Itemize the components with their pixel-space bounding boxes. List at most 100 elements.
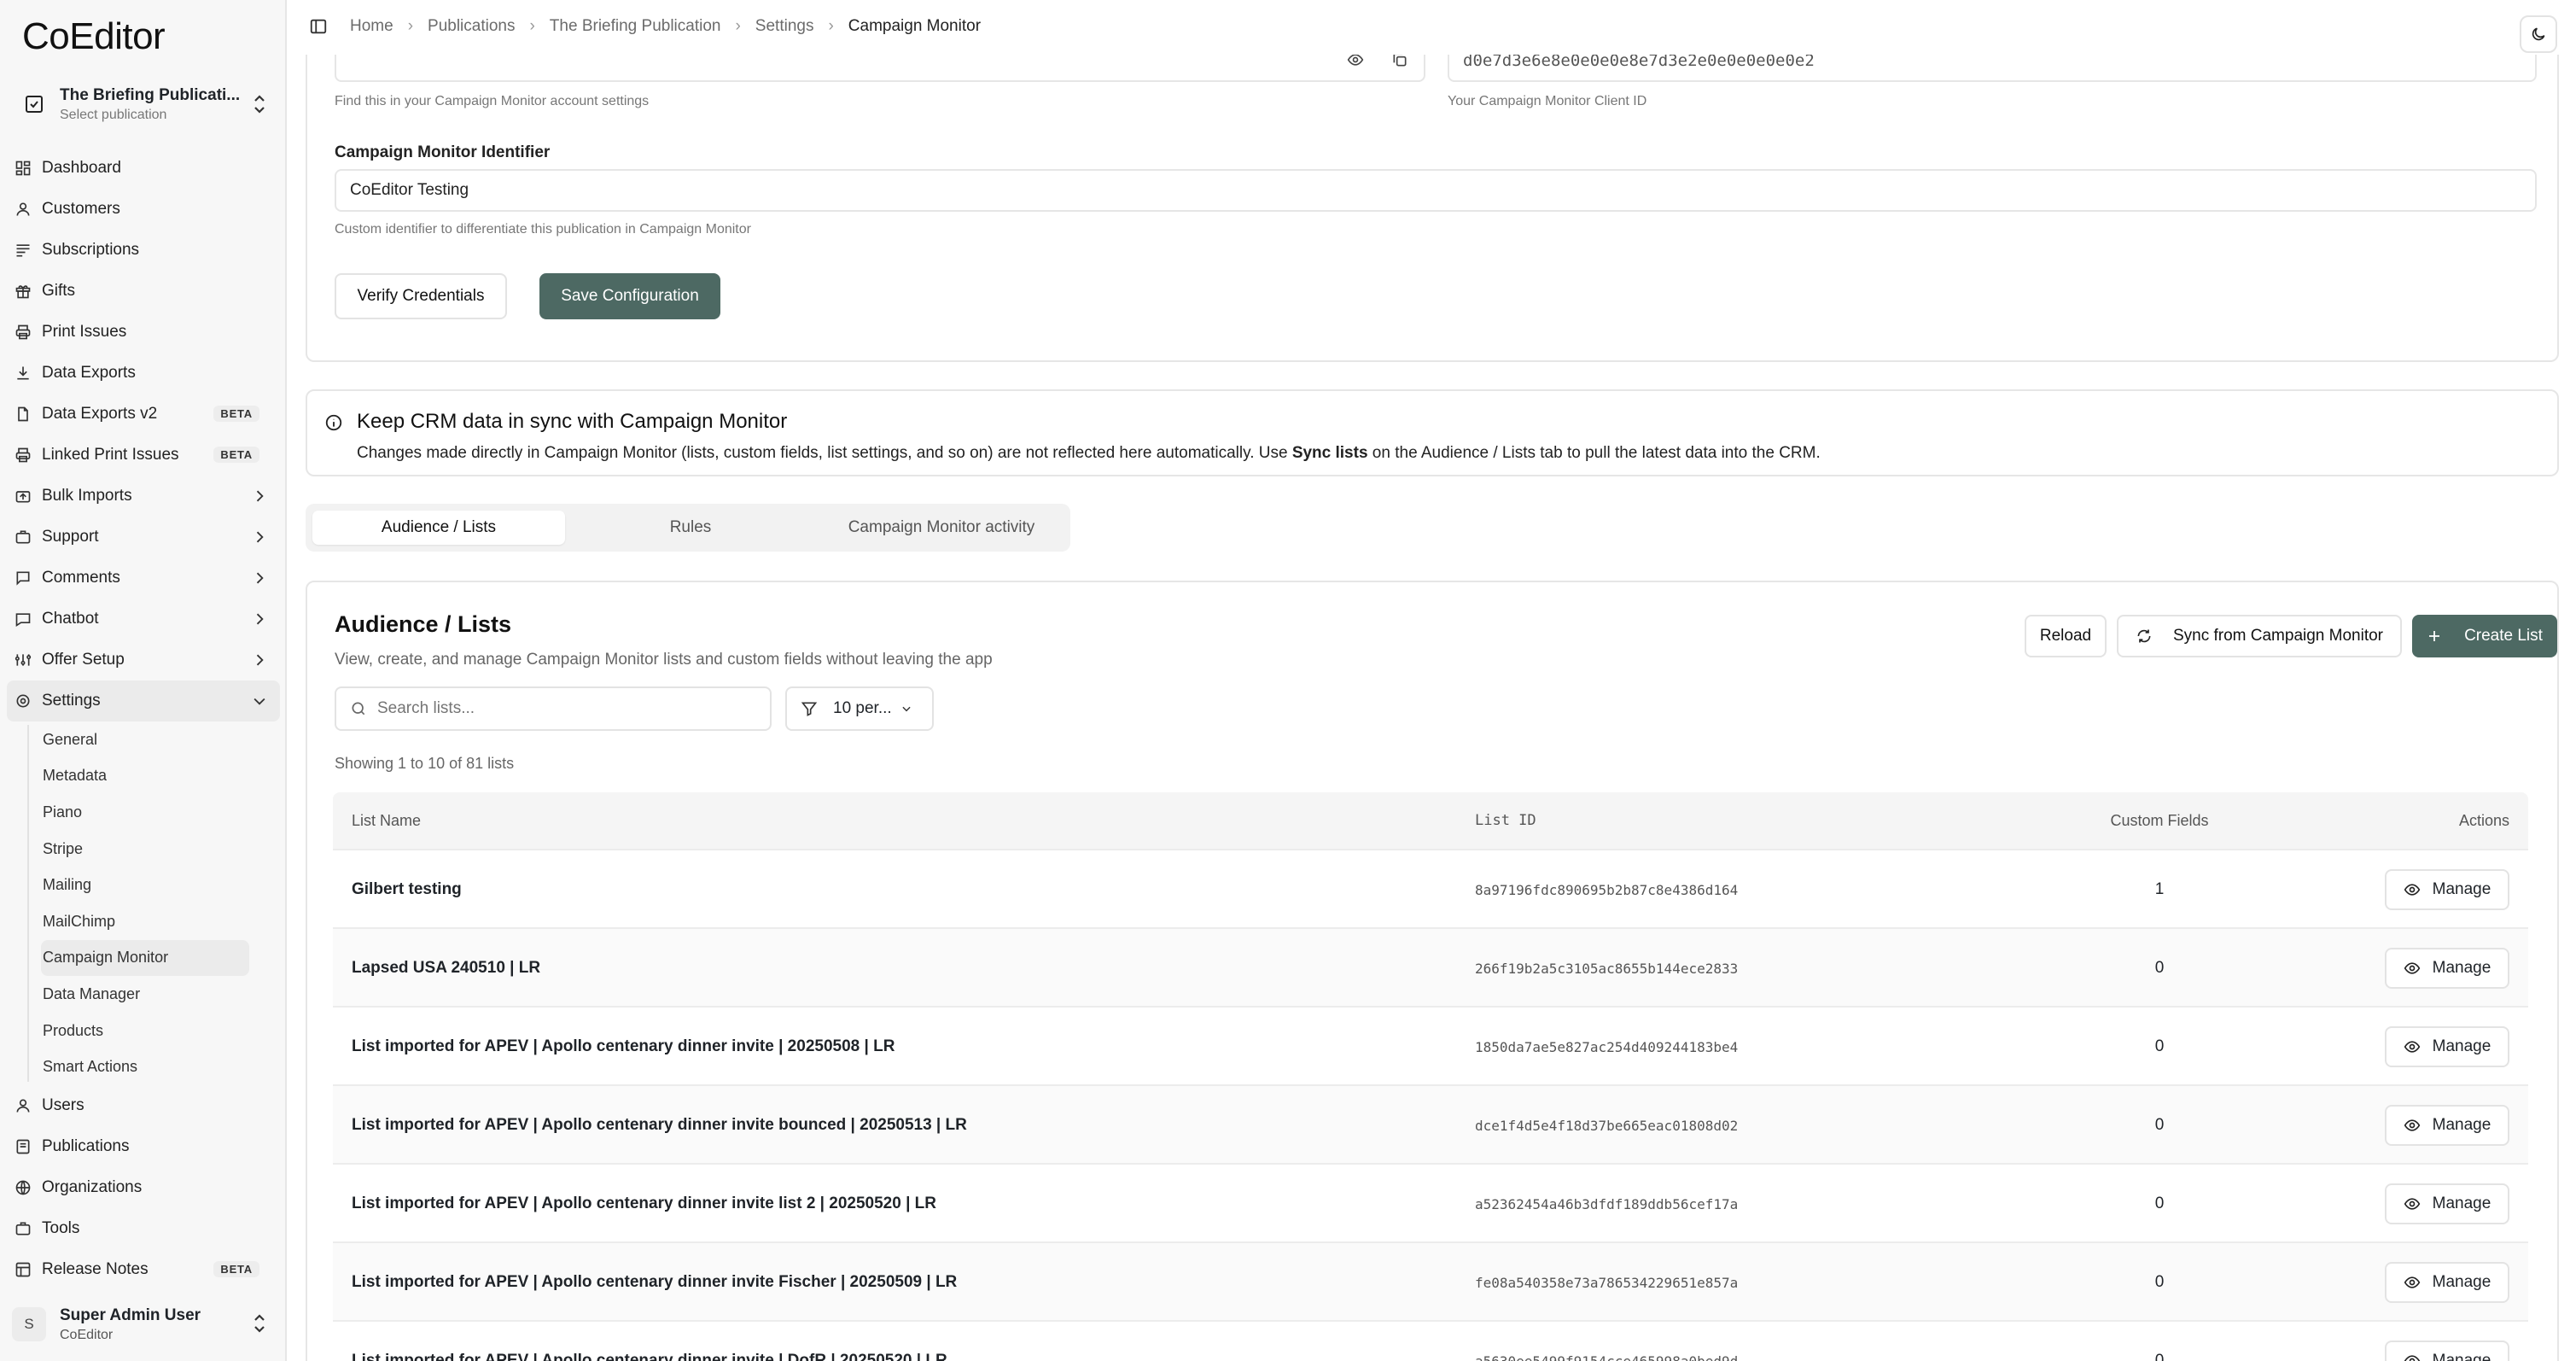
save-configuration-button[interactable]: Save Configuration	[539, 273, 720, 319]
breadcrumb: Home › Publications › The Briefing Publi…	[309, 17, 981, 36]
sidebar-item-label: Tools	[42, 1218, 80, 1237]
list-name: List imported for APEV | Apollo centenar…	[352, 1037, 895, 1055]
notice-text-part: Changes made directly in Campaign Monito…	[357, 444, 1292, 462]
api-key-input[interactable]	[335, 55, 1425, 82]
list-id: 266f19b2a5c3105ac8655b144ece2833	[1475, 960, 1739, 977]
sidebar-item-gifts[interactable]: Gifts	[0, 271, 287, 312]
per-page-select[interactable]: 10 per...	[785, 686, 934, 731]
list-icon	[14, 241, 32, 260]
sidebar-item-support[interactable]: Support	[0, 517, 287, 558]
list-id: fe08a540358e73a786534229651e857a	[1475, 1274, 1739, 1291]
sidebar-item-print-issues[interactable]: Print Issues	[0, 312, 287, 353]
table-row: List imported for APEV | Apollo centenar…	[333, 1163, 2528, 1241]
eye-icon[interactable]	[1347, 55, 1364, 68]
settings-item-stripe[interactable]: Stripe	[41, 831, 287, 867]
sidebar-item-linked-print-issues[interactable]: Linked Print Issues BETA	[0, 435, 287, 476]
sidebar-item-data-exports-v2[interactable]: Data Exports v2 BETA	[0, 394, 287, 435]
manage-label: Manage	[2432, 1037, 2491, 1055]
sidebar-item-release-notes[interactable]: Release Notes BETA	[0, 1249, 287, 1290]
sync-button[interactable]: Sync from Campaign Monitor	[2117, 615, 2402, 657]
manage-button[interactable]: Manage	[2385, 1026, 2509, 1067]
manage-button[interactable]: Manage	[2385, 1262, 2509, 1303]
sidebar-item-label: Chatbot	[42, 610, 99, 628]
settings-item-smart-actions[interactable]: Smart Actions	[41, 1048, 287, 1085]
search-field[interactable]	[335, 686, 772, 731]
sidebar-item-subscriptions[interactable]: Subscriptions	[0, 230, 287, 271]
chevron-down-icon	[902, 706, 911, 712]
manage-button[interactable]: Manage	[2385, 869, 2509, 910]
search-input[interactable]	[377, 699, 753, 718]
column-actions: Actions	[2458, 811, 2509, 829]
sidebar-item-label: Data Exports v2	[42, 405, 158, 423]
sidebar-item-organizations[interactable]: Organizations	[0, 1167, 287, 1208]
sidebar-item-label: Comments	[42, 569, 120, 587]
refresh-icon	[2137, 629, 2151, 643]
breadcrumb-publication[interactable]: The Briefing Publication	[550, 17, 721, 36]
breadcrumb-publications[interactable]: Publications	[428, 17, 515, 36]
column-list-name: List Name	[352, 811, 422, 829]
sidebar-toggle-icon[interactable]	[309, 17, 328, 36]
table-row: Lapsed USA 240510 | LR 266f19b2a5c3105ac…	[333, 927, 2528, 1006]
publication-switcher[interactable]: The Briefing Publicati... Select publica…	[12, 82, 275, 126]
settings-item-products[interactable]: Products	[41, 1013, 287, 1049]
list-id: dce1f4d5e4f18d37be665eac01808d02	[1475, 1117, 1739, 1134]
sidebar-item-settings[interactable]: Settings	[7, 680, 280, 721]
moon-icon	[2532, 27, 2545, 41]
client-id-input[interactable]: d0e7d3e6e8e0e0e0e8e7d3e2e0e0e0e0e0e2	[1448, 55, 2537, 82]
settings-item-metadata[interactable]: Metadata	[41, 758, 287, 795]
configuration-card: Find this in your Campaign Monitor accou…	[306, 55, 2559, 362]
list-id: a5630ee5499f9154cce465998a0bed9d	[1475, 1352, 1739, 1361]
breadcrumb-home[interactable]: Home	[350, 17, 393, 36]
settings-item-data-manager[interactable]: Data Manager	[41, 976, 287, 1013]
comment-icon	[14, 569, 32, 587]
sidebar-item-label: Publications	[42, 1136, 130, 1155]
sidebar-item-offer-setup[interactable]: Offer Setup	[0, 640, 287, 680]
settings-item-campaign-monitor[interactable]: Campaign Monitor	[41, 939, 249, 977]
client-id-helper: Your Campaign Monitor Client ID	[1448, 94, 1647, 108]
top-bar: Home › Publications › The Briefing Publi…	[287, 0, 2576, 55]
sidebar-item-users[interactable]: Users	[0, 1085, 287, 1126]
sidebar-item-tools[interactable]: Tools	[0, 1208, 287, 1249]
sidebar-item-label: Release Notes	[42, 1259, 149, 1278]
chevron-right-icon	[256, 613, 264, 625]
eye-icon	[2404, 884, 2420, 896]
manage-button[interactable]: Manage	[2385, 948, 2509, 989]
eye-icon	[2404, 1041, 2420, 1053]
settings-item-mailing[interactable]: Mailing	[41, 867, 287, 903]
sidebar-item-dashboard[interactable]: Dashboard	[0, 148, 287, 189]
custom-fields-count: 0	[2154, 1195, 2165, 1212]
sidebar-item-publications[interactable]: Publications	[0, 1126, 287, 1167]
manage-button[interactable]: Manage	[2385, 1105, 2509, 1146]
reload-button[interactable]: Reload	[2025, 615, 2107, 657]
tab-rules[interactable]: Rules	[567, 511, 814, 545]
settings-item-piano[interactable]: Piano	[41, 794, 287, 831]
eye-icon	[2404, 1119, 2420, 1131]
building-icon	[14, 1178, 32, 1197]
theme-toggle-button[interactable]	[2520, 15, 2557, 53]
identifier-input[interactable]: CoEditor Testing	[335, 169, 2537, 212]
tab-audience-lists[interactable]: Audience / Lists	[312, 511, 565, 545]
manage-button[interactable]: Manage	[2385, 1183, 2509, 1224]
sidebar-item-chatbot[interactable]: Chatbot	[0, 599, 287, 640]
manage-button[interactable]: Manage	[2385, 1341, 2509, 1361]
tab-campaign-monitor-activity[interactable]: Campaign Monitor activity	[818, 511, 1065, 545]
dashboard-icon	[14, 159, 32, 178]
chevron-up-down-icon	[254, 95, 265, 114]
sidebar-item-data-exports[interactable]: Data Exports	[0, 353, 287, 394]
sidebar-item-comments[interactable]: Comments	[0, 558, 287, 599]
settings-item-mailchimp[interactable]: MailChimp	[41, 903, 287, 940]
chevron-right-icon: ›	[828, 17, 834, 35]
breadcrumb-settings[interactable]: Settings	[755, 17, 814, 36]
user-menu[interactable]: S Super Admin User CoEditor	[12, 1301, 275, 1347]
sidebar-item-bulk-imports[interactable]: Bulk Imports	[0, 476, 287, 517]
verify-credentials-button[interactable]: Verify Credentials	[335, 273, 507, 319]
chevron-down-icon	[254, 698, 265, 705]
notice-title: Keep CRM data in sync with Campaign Moni…	[357, 410, 788, 433]
create-list-button[interactable]: Create List	[2412, 615, 2557, 657]
table-row: List imported for APEV | Apollo centenar…	[333, 1241, 2528, 1320]
copy-icon[interactable]	[1391, 55, 1408, 68]
breadcrumb-current: Campaign Monitor	[848, 17, 982, 35]
sidebar-item-customers[interactable]: Customers	[0, 189, 287, 230]
settings-item-general[interactable]: General	[41, 721, 287, 758]
eye-icon	[2404, 1198, 2420, 1210]
